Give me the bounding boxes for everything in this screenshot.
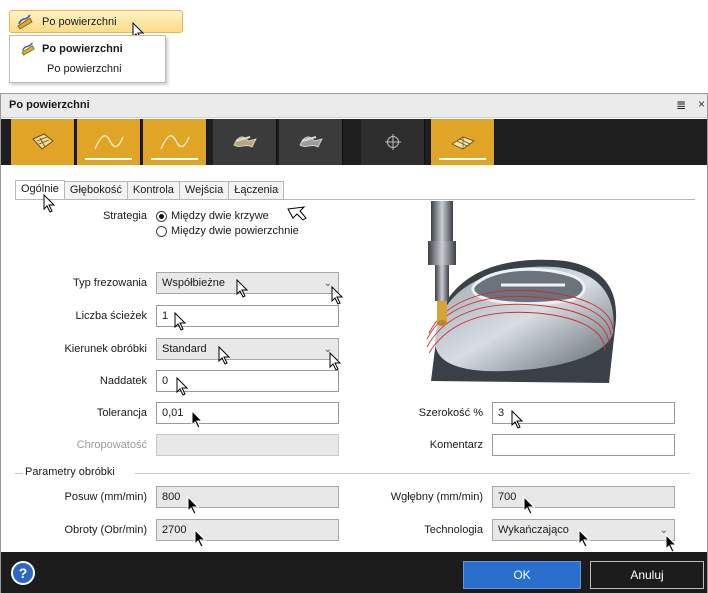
close-icon[interactable]: × <box>698 97 705 111</box>
strategia-label: Strategia <box>102 210 147 222</box>
toolbar-drive-surface-button[interactable] <box>213 119 277 165</box>
surface-icon <box>31 133 54 150</box>
liczba-sciezek-label: Liczba ścieżek <box>75 310 147 322</box>
help-icon[interactable]: ? <box>11 561 35 585</box>
naddatek-value: 0 <box>162 375 169 387</box>
komentarz-label: Komentarz <box>429 439 483 451</box>
chevron-down-icon: ⌄ <box>323 344 332 355</box>
tab-bar: Ogólnie Głębokość Kontrola Wejścia Łącze… <box>15 180 285 200</box>
tab-glebokosc[interactable]: Głębokość <box>64 181 128 200</box>
toolpath-icon <box>21 42 35 56</box>
szerokosc-input[interactable]: 3 <box>492 402 675 424</box>
radio-unchecked-icon <box>156 225 167 237</box>
tolerancja-label: Tolerancja <box>96 407 147 419</box>
radio-label: Między dwie powierzchnie <box>171 225 299 237</box>
ribbon-button-po-powierzchni[interactable]: Po powierzchni <box>9 10 183 33</box>
posuw-label: Posuw (mm/min) <box>64 491 147 503</box>
typ-frezowania-label: Typ frezowania <box>73 277 147 289</box>
technologia-label: Technologia <box>424 524 483 536</box>
obroty-value: 2700 <box>162 524 187 536</box>
obroty-label: Obroty (Obr/min) <box>64 524 147 536</box>
plane-icon <box>450 136 475 150</box>
dialog-titlebar: Po powierzchni ≣ × <box>1 94 707 118</box>
tolerancja-value: 0,01 <box>162 407 184 419</box>
ok-button[interactable]: OK <box>463 561 581 589</box>
wglebny-input[interactable]: 700 <box>492 486 675 508</box>
typ-frezowania-value: Współbieżne <box>162 277 225 289</box>
dropdown-item-po-powierzchni[interactable]: Po powierzchni <box>20 42 123 56</box>
cancel-button[interactable]: Anuluj <box>590 561 704 589</box>
radio-checked-icon <box>156 210 167 222</box>
kierunek-obrobki-value: Standard <box>162 343 207 355</box>
toolbar-curve-button[interactable] <box>77 119 141 165</box>
toolbar-point-button[interactable] <box>361 119 425 165</box>
operation-toolbar <box>1 119 707 165</box>
tab-wejscia[interactable]: Wejścia <box>179 181 230 200</box>
toolbar-curve-alt-button[interactable] <box>143 119 207 165</box>
toolpath-preview-image <box>426 201 617 383</box>
kierunek-obrobki-label: Kierunek obróbki <box>64 343 147 355</box>
chropowatosc-input <box>156 434 339 456</box>
dropdown-item-subtitle: Po powierzchni <box>47 63 122 75</box>
tab-panel-border <box>15 199 695 200</box>
section-title: Parametry obróbki <box>25 466 115 478</box>
toolbar-plane-button[interactable] <box>431 119 495 165</box>
wglebny-label: Wgłębny (mm/min) <box>390 491 483 503</box>
dropdown-item-label: Po powierzchni <box>42 43 123 55</box>
szerokosc-label: Szerokość % <box>418 407 483 419</box>
liczba-sciezek-value: 1 <box>162 310 169 322</box>
toolpath-icon <box>17 13 33 30</box>
dialog-footer: ? OK Anuluj <box>1 552 707 593</box>
kierunek-obrobki-select[interactable]: Standard ⌄ <box>156 338 339 360</box>
naddatek-label: Naddatek <box>99 375 147 387</box>
curve-alt-icon <box>159 135 190 150</box>
toolbar-surface-button[interactable] <box>11 119 75 165</box>
chropowatosc-label: Chropowatość <box>76 439 147 451</box>
radio-label: Między dwie krzywe <box>171 210 269 222</box>
posuw-input[interactable]: 800 <box>156 486 339 508</box>
typ-frezowania-select[interactable]: Współbieżne ⌄ <box>156 272 339 294</box>
radio-miedzy-dwie-krzywe[interactable]: Między dwie krzywe <box>156 210 269 222</box>
naddatek-input[interactable]: 0 <box>156 370 339 392</box>
ribbon-button-label: Po powierzchni <box>42 15 117 28</box>
tab-laczenia[interactable]: Łączenia <box>229 181 285 200</box>
szerokosc-value: 3 <box>498 407 505 419</box>
posuw-value: 800 <box>162 491 181 503</box>
liczba-sciezek-input[interactable]: 1 <box>156 305 339 327</box>
dialog-window: Po powierzchni ≣ × Ogólnie Głębokość Kon… <box>0 93 708 593</box>
curve-icon <box>93 135 124 150</box>
ribbon-dropdown-menu: Po powierzchni Po powierzchni <box>9 35 166 83</box>
toolbar-drive-surface-alt-button[interactable] <box>279 119 343 165</box>
section-divider <box>135 473 690 474</box>
technologia-select[interactable]: Wykańczająco ⌄ <box>492 519 675 541</box>
crosshair-icon <box>384 134 401 150</box>
radio-miedzy-dwie-powierzchnie[interactable]: Między dwie powierzchnie <box>156 225 299 237</box>
tolerancja-input[interactable]: 0,01 <box>156 402 339 424</box>
tab-kontrola[interactable]: Kontrola <box>127 181 180 200</box>
drive-surface-alt-icon <box>299 136 323 148</box>
chevron-down-icon: ⌄ <box>659 525 668 536</box>
technologia-value: Wykańczająco <box>498 524 569 536</box>
chevron-down-icon: ⌄ <box>323 278 332 289</box>
drive-surface-icon <box>233 136 257 148</box>
section-divider <box>15 473 23 474</box>
dialog-title: Po powierzchni <box>9 99 90 111</box>
tab-ogolnie[interactable]: Ogólnie <box>15 180 65 200</box>
komentarz-input[interactable] <box>492 434 675 456</box>
mouse-cursor-icon <box>287 206 307 221</box>
wglebny-value: 700 <box>498 491 517 503</box>
menu-icon[interactable]: ≣ <box>676 98 686 112</box>
obroty-input[interactable]: 2700 <box>156 519 339 541</box>
